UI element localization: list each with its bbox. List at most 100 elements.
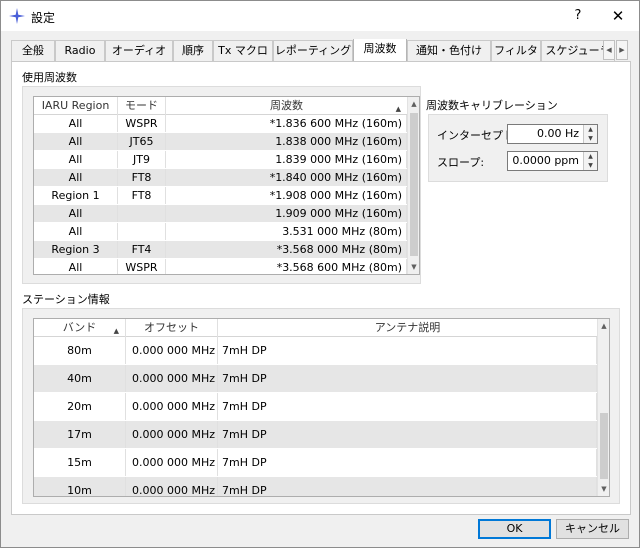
offset-cell: 0.000 000 MHz — [126, 365, 218, 392]
offset-cell: 0.000 000 MHz — [126, 421, 218, 448]
frequency-cell: 1.839 000 MHz (160m) — [166, 151, 407, 168]
frequencies-panel: 使用周波数 IARU Region モード 周波数 ▲ All WSPR *1.… — [11, 61, 631, 515]
antenna-cell: 7mH DP — [218, 449, 597, 476]
tab-general[interactable]: 全般 — [11, 40, 55, 61]
column-header-band-label: バンド — [62, 321, 97, 334]
mode-cell: FT8 — [118, 169, 166, 186]
tab-reporting[interactable]: レポーティング — [273, 40, 353, 61]
column-header-offset[interactable]: オフセット — [126, 319, 218, 337]
ok-button[interactable]: OK — [478, 519, 551, 539]
mode-cell: WSPR — [118, 115, 166, 132]
column-header-region[interactable]: IARU Region — [34, 97, 118, 115]
frequency-cell: *3.568 600 MHz (80m) — [166, 259, 407, 274]
intercept-spinbox[interactable]: 0.00 Hz ▲ ▼ — [507, 124, 598, 144]
mode-cell — [118, 223, 166, 240]
tab-audio[interactable]: オーディオ — [105, 40, 173, 61]
window-title: 設定 — [31, 11, 56, 25]
spin-up-icon[interactable]: ▲ — [584, 152, 597, 161]
slope-label: スロープ: — [437, 156, 485, 169]
table-row[interactable]: All JT9 1.839 000 MHz (160m) — [34, 151, 407, 169]
offset-cell: 0.000 000 MHz — [126, 449, 218, 476]
mode-cell — [118, 205, 166, 222]
frequency-cell: *1.836 600 MHz (160m) — [166, 115, 407, 132]
station-table-scrollbar[interactable]: ▲ ▼ — [597, 319, 609, 496]
column-header-frequency-label: 周波数 — [270, 99, 303, 112]
region-cell: All — [34, 169, 118, 186]
sparkle-icon — [9, 8, 25, 24]
spin-down-icon[interactable]: ▼ — [584, 134, 597, 143]
mode-cell: FT8 — [118, 187, 166, 204]
region-cell: Region 3 — [34, 241, 118, 258]
table-row[interactable]: All FT8 *1.840 000 MHz (160m) — [34, 169, 407, 187]
mode-cell: JT9 — [118, 151, 166, 168]
table-row[interactable]: Region 1 FT8 *1.908 000 MHz (160m) — [34, 187, 407, 205]
region-cell: Region 1 — [34, 187, 118, 204]
chevron-right-icon[interactable]: ▶ — [616, 40, 628, 60]
station-info-title: ステーション情報 — [22, 293, 110, 306]
table-row[interactable]: 10m 0.000 000 MHz 7mH DP — [34, 477, 597, 496]
table-row[interactable]: All WSPR *3.568 600 MHz (80m) — [34, 259, 407, 274]
antenna-cell: 7mH DP — [218, 477, 597, 496]
tab-radio[interactable]: Radio — [55, 40, 105, 61]
tab-filters[interactable]: フィルタ — [491, 40, 541, 61]
table-row[interactable]: 17m 0.000 000 MHz 7mH DP — [34, 421, 597, 449]
cancel-button[interactable]: キャンセル — [556, 519, 629, 539]
table-row[interactable]: 20m 0.000 000 MHz 7mH DP — [34, 393, 597, 421]
band-cell: 15m — [34, 449, 126, 476]
table-row[interactable]: Region 3 FT4 *3.568 000 MHz (80m) — [34, 241, 407, 259]
column-header-mode[interactable]: モード — [118, 97, 166, 115]
table-row[interactable]: All 3.531 000 MHz (80m) — [34, 223, 407, 241]
table-row[interactable]: All 1.909 000 MHz (160m) — [34, 205, 407, 223]
mode-cell: FT4 — [118, 241, 166, 258]
table-row[interactable]: All WSPR *1.836 600 MHz (160m) — [34, 115, 407, 133]
offset-cell: 0.000 000 MHz — [126, 393, 218, 420]
table-row[interactable]: 15m 0.000 000 MHz 7mH DP — [34, 449, 597, 477]
frequency-table-scrollbar[interactable]: ▲ ▼ — [407, 97, 419, 274]
table-row[interactable]: 40m 0.000 000 MHz 7mH DP — [34, 365, 597, 393]
column-header-frequency[interactable]: 周波数 ▲ — [166, 97, 407, 115]
scrollbar-thumb[interactable] — [600, 413, 608, 479]
title-bar: 設定 ? ✕ — [1, 1, 639, 31]
region-cell: All — [34, 223, 118, 240]
station-table[interactable]: バンド ▲ オフセット アンテナ説明 80m 0.000 000 MHz 7mH… — [33, 318, 610, 497]
close-button[interactable]: ✕ — [603, 5, 633, 27]
tab-frequencies[interactable]: 周波数 — [353, 39, 407, 61]
tab-tx-macros[interactable]: Tx マクロ — [213, 40, 273, 61]
column-header-antenna[interactable]: アンテナ説明 — [218, 319, 597, 337]
spin-down-icon[interactable]: ▼ — [584, 161, 597, 170]
slope-spinbox[interactable]: 0.0000 ppm ▲ ▼ — [507, 151, 598, 171]
region-cell: All — [34, 259, 118, 274]
region-cell: All — [34, 133, 118, 150]
spin-up-icon[interactable]: ▲ — [584, 125, 597, 134]
antenna-cell: 7mH DP — [218, 421, 597, 448]
tab-sequence[interactable]: 順序 — [173, 40, 213, 61]
region-cell: All — [34, 115, 118, 132]
intercept-label: インターセプト: — [437, 129, 518, 142]
column-header-band[interactable]: バンド ▲ — [34, 319, 126, 337]
chevron-left-icon[interactable]: ◀ — [603, 40, 615, 60]
tab-notifications[interactable]: 通知・色付け — [407, 40, 491, 61]
mode-cell: JT65 — [118, 133, 166, 150]
mode-cell: WSPR — [118, 259, 166, 274]
frequency-cell: *1.908 000 MHz (160m) — [166, 187, 407, 204]
scroll-down-icon[interactable]: ▼ — [598, 482, 609, 496]
frequency-table[interactable]: IARU Region モード 周波数 ▲ All WSPR *1.836 60… — [33, 96, 420, 275]
scrollbar-thumb[interactable] — [410, 113, 418, 256]
region-cell: All — [34, 151, 118, 168]
slope-value: 0.0000 ppm — [512, 154, 579, 167]
offset-cell: 0.000 000 MHz — [126, 337, 218, 364]
table-row[interactable]: 80m 0.000 000 MHz 7mH DP — [34, 337, 597, 365]
working-frequencies-title: 使用周波数 — [22, 71, 77, 84]
scroll-up-icon[interactable]: ▲ — [598, 319, 609, 333]
antenna-cell: 7mH DP — [218, 365, 597, 392]
table-row[interactable]: All JT65 1.838 000 MHz (160m) — [34, 133, 407, 151]
tab-bar: 全般 Radio オーディオ 順序 Tx マクロ レポーティング 周波数 通知・… — [11, 39, 615, 61]
scroll-down-icon[interactable]: ▼ — [408, 260, 419, 274]
scroll-up-icon[interactable]: ▲ — [408, 97, 419, 111]
help-button[interactable]: ? — [566, 5, 590, 27]
region-cell: All — [34, 205, 118, 222]
frequency-cell: 1.838 000 MHz (160m) — [166, 133, 407, 150]
band-cell: 80m — [34, 337, 126, 364]
band-cell: 20m — [34, 393, 126, 420]
antenna-cell: 7mH DP — [218, 393, 597, 420]
